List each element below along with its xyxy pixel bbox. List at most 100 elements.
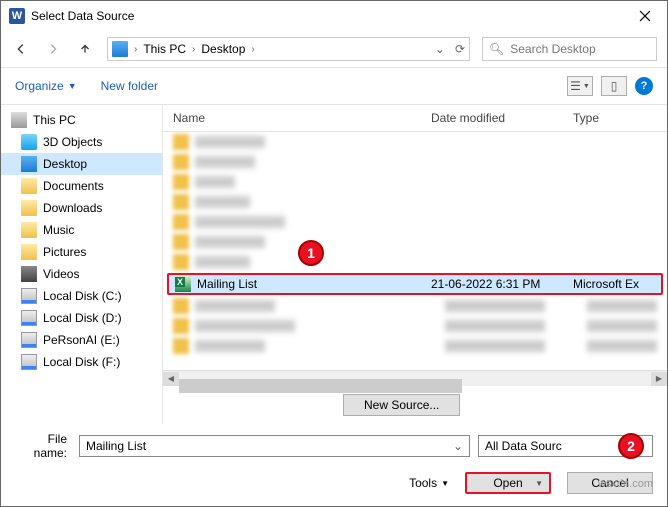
sidebar-item-downloads[interactable]: Downloads — [1, 197, 162, 219]
scroll-thumb[interactable] — [179, 379, 462, 393]
preview-pane-button[interactable]: ▯ — [601, 76, 627, 96]
sidebar-item-label: Local Disk (C:) — [43, 289, 122, 303]
breadcrumb-desktop[interactable]: Desktop — [201, 42, 245, 56]
file-type-filter[interactable]: All Data Sourc ⌄ 2 — [478, 435, 653, 457]
new-source-button[interactable]: New Source... — [343, 394, 460, 416]
sidebar-item-label: Documents — [43, 179, 104, 193]
word-app-icon: W — [9, 8, 25, 24]
sidebar-item-disk-f[interactable]: Local Disk (F:) — [1, 351, 162, 373]
sidebar-item-label: This PC — [33, 113, 76, 127]
filter-label: All Data Sourc — [485, 439, 562, 453]
list-item[interactable] — [163, 212, 667, 232]
breadcrumb-pc[interactable]: This PC — [143, 42, 186, 56]
sidebar-item-label: Pictures — [43, 245, 86, 259]
video-icon — [21, 266, 37, 282]
back-button[interactable] — [11, 39, 31, 59]
file-name-label: File name: — [15, 432, 71, 460]
pc-icon — [112, 41, 128, 57]
address-dropdown-icon[interactable]: ⌄ — [435, 42, 445, 56]
window-title: Select Data Source — [31, 9, 622, 23]
split-button-arrow-icon[interactable]: ▼ — [535, 479, 543, 488]
picture-icon — [21, 244, 37, 260]
sidebar-item-this-pc[interactable]: This PC — [1, 109, 162, 131]
file-date: 21-06-2022 6:31 PM — [431, 277, 573, 291]
list-item[interactable] — [163, 232, 667, 252]
tools-label: Tools — [409, 476, 437, 490]
chevron-right-icon: › — [192, 44, 195, 55]
help-button[interactable]: ? — [635, 77, 653, 95]
sidebar-item-videos[interactable]: Videos — [1, 263, 162, 285]
list-item[interactable] — [163, 252, 667, 272]
file-name: Mailing List — [197, 277, 431, 291]
disk-icon — [21, 332, 37, 348]
file-name-input[interactable]: Mailing List ⌄ — [79, 435, 470, 457]
column-type[interactable]: Type — [563, 111, 667, 125]
callout-2: 2 — [618, 433, 644, 459]
sidebar-item-label: Local Disk (F:) — [43, 355, 120, 369]
sidebar-item-label: PeRsonAI (E:) — [43, 333, 120, 347]
up-button[interactable] — [75, 39, 95, 59]
open-label: Open — [493, 476, 522, 490]
search-input[interactable]: 🔍︎ Search Desktop — [482, 37, 657, 61]
sidebar-item-disk-c[interactable]: Local Disk (C:) — [1, 285, 162, 307]
sidebar-item-label: Desktop — [43, 157, 87, 171]
list-item[interactable] — [163, 296, 667, 316]
sidebar-item-3d-objects[interactable]: 3D Objects — [1, 131, 162, 153]
search-placeholder: Search Desktop — [510, 42, 595, 56]
file-row-mailing-list[interactable]: Mailing List 21-06-2022 6:31 PM Microsof… — [167, 273, 663, 295]
address-bar[interactable]: › This PC › Desktop › ⌄ ⟳ — [107, 37, 470, 61]
column-date[interactable]: Date modified — [421, 111, 563, 125]
chevron-down-icon: ▼ — [441, 479, 449, 488]
pc-icon — [11, 112, 27, 128]
sidebar-item-desktop[interactable]: Desktop — [1, 153, 162, 175]
disk-icon — [21, 310, 37, 326]
list-item[interactable] — [163, 336, 667, 356]
sidebar-item-label: 3D Objects — [43, 135, 102, 149]
disk-icon — [21, 354, 37, 370]
cube-icon — [21, 134, 37, 150]
list-item[interactable] — [163, 172, 667, 192]
horizontal-scrollbar[interactable]: ◀ ▶ — [163, 370, 667, 386]
chevron-down-icon: ▼ — [68, 81, 77, 91]
chevron-down-icon[interactable]: ⌄ — [453, 439, 463, 453]
sidebar-item-pictures[interactable]: Pictures — [1, 241, 162, 263]
sidebar-item-personal-e[interactable]: PeRsonAI (E:) — [1, 329, 162, 351]
scroll-left-button[interactable]: ◀ — [163, 372, 179, 386]
music-icon — [21, 222, 37, 238]
sidebar-item-label: Local Disk (D:) — [43, 311, 122, 325]
tools-button[interactable]: Tools ▼ — [409, 476, 449, 490]
callout-1: 1 — [298, 240, 324, 266]
refresh-icon[interactable]: ⟳ — [455, 42, 465, 56]
list-item[interactable] — [163, 152, 667, 172]
scroll-right-button[interactable]: ▶ — [651, 372, 667, 386]
sidebar: This PC 3D Objects Desktop Documents Dow… — [1, 105, 163, 424]
disk-icon — [21, 288, 37, 304]
organize-button[interactable]: Organize ▼ — [15, 79, 77, 93]
sidebar-item-label: Downloads — [43, 201, 102, 215]
search-icon: 🔍︎ — [489, 42, 504, 56]
new-folder-button[interactable]: New folder — [101, 79, 158, 93]
new-folder-label: New folder — [101, 79, 158, 93]
list-item[interactable] — [163, 316, 667, 336]
file-type: Microsoft Ex — [573, 277, 661, 291]
open-button[interactable]: Open ▼ — [465, 472, 551, 494]
column-name[interactable]: Name — [163, 111, 421, 125]
column-headers: Name Date modified Type — [163, 105, 667, 132]
list-item[interactable] — [163, 132, 667, 152]
organize-label: Organize — [15, 79, 64, 93]
sidebar-item-label: Videos — [43, 267, 79, 281]
download-icon — [21, 200, 37, 216]
watermark: wsxdn.com — [598, 478, 653, 490]
folder-icon — [21, 178, 37, 194]
forward-button[interactable] — [43, 39, 63, 59]
close-button[interactable] — [622, 1, 667, 31]
sidebar-item-disk-d[interactable]: Local Disk (D:) — [1, 307, 162, 329]
view-mode-button[interactable]: ☰▼ — [567, 76, 593, 96]
sidebar-item-label: Music — [43, 223, 74, 237]
sidebar-item-music[interactable]: Music — [1, 219, 162, 241]
desktop-icon — [21, 156, 37, 172]
sidebar-item-documents[interactable]: Documents — [1, 175, 162, 197]
list-item[interactable] — [163, 192, 667, 212]
file-list: Mailing List 21-06-2022 6:31 PM Microsof… — [163, 132, 667, 370]
close-icon — [639, 10, 651, 22]
